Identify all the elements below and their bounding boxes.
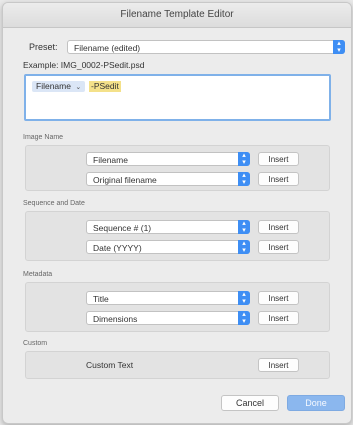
image-name-insert-button-2[interactable]: Insert <box>258 172 299 186</box>
custom-insert-button[interactable]: Insert <box>258 358 299 372</box>
template-editor-field[interactable]: Filename ⌄ -PSedit <box>24 74 331 121</box>
image-name-select-2[interactable]: Original filename ▴ ▾ <box>86 172 250 186</box>
image-name-group: Filename ▴ ▾ Insert Original filename ▴ ▾ … <box>25 145 330 191</box>
metadata-insert-button-2[interactable]: Insert <box>258 311 299 325</box>
metadata-insert-button-1[interactable]: Insert <box>258 291 299 305</box>
up-down-chevron-icon: ▴ ▾ <box>238 311 250 325</box>
custom-group: Custom Text Insert <box>25 351 330 379</box>
image-name-insert-button-1[interactable]: Insert <box>258 152 299 166</box>
typed-text: -PSedit <box>89 81 121 92</box>
filename-template-editor-dialog: Filename Template Editor Preset: Filenam… <box>2 2 352 424</box>
image-name-heading: Image Name <box>23 134 64 141</box>
filename-token[interactable]: Filename ⌄ <box>32 81 86 92</box>
chevron-down-icon: ⌄ <box>75 84 82 91</box>
up-down-chevron-icon: ▴ ▾ <box>238 172 250 186</box>
up-down-chevron-icon: ▴ ▾ <box>333 40 345 54</box>
sequence-insert-button[interactable]: Insert <box>258 220 299 234</box>
preset-select[interactable]: Filename (edited) ▴ ▾ <box>67 40 345 54</box>
up-down-chevron-icon: ▴ ▾ <box>238 240 250 254</box>
image-name-select-1-value: Filename <box>93 155 128 165</box>
metadata-select-1[interactable]: Title ▴ ▾ <box>86 291 250 305</box>
image-name-select-2-value: Original filename <box>93 175 157 185</box>
example-text: Example: IMG_0002-PSedit.psd <box>23 60 145 70</box>
up-down-chevron-icon: ▴ ▾ <box>238 220 250 234</box>
sequence-date-group: Sequence # (1) ▴ ▾ Insert Date (YYYY) ▴ ▾ … <box>25 211 330 261</box>
metadata-select-2[interactable]: Dimensions ▴ ▾ <box>86 311 250 325</box>
window-title: Filename Template Editor <box>3 3 351 28</box>
up-down-chevron-icon: ▴ ▾ <box>238 291 250 305</box>
filename-token-label: Filename <box>36 81 71 91</box>
sequence-select[interactable]: Sequence # (1) ▴ ▾ <box>86 220 250 234</box>
preset-label: Preset: <box>29 42 58 52</box>
sequence-select-value: Sequence # (1) <box>93 223 152 233</box>
custom-heading: Custom <box>23 340 48 347</box>
sequence-date-heading: Sequence and Date <box>23 200 85 207</box>
date-insert-button[interactable]: Insert <box>258 240 299 254</box>
metadata-heading: Metadata <box>23 271 53 278</box>
done-button[interactable]: Done <box>287 395 345 411</box>
date-select[interactable]: Date (YYYY) ▴ ▾ <box>86 240 250 254</box>
metadata-group: Title ▴ ▾ Insert Dimensions ▴ ▾ Insert <box>25 282 330 332</box>
custom-text-label: Custom Text <box>86 360 134 370</box>
preset-value: Filename (edited) <box>74 43 141 53</box>
cancel-button[interactable]: Cancel <box>221 395 279 411</box>
image-name-select-1[interactable]: Filename ▴ ▾ <box>86 152 250 166</box>
up-down-chevron-icon: ▴ ▾ <box>238 152 250 166</box>
metadata-select-1-value: Title <box>93 294 109 304</box>
metadata-select-2-value: Dimensions <box>93 314 138 324</box>
date-select-value: Date (YYYY) <box>93 243 142 253</box>
